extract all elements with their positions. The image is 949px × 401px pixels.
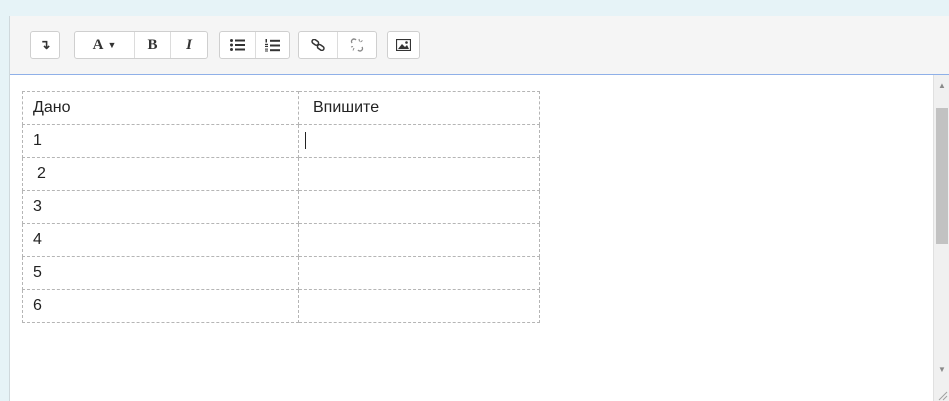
link-button[interactable] [299,32,337,58]
table-row: 2 [22,157,540,191]
toolbar-group-collapse: ↴ [30,31,60,59]
editor-toolbar: ↴ A ▼ B I [10,16,949,75]
numbered-list-icon [265,38,280,51]
bullet-list-icon [230,39,245,51]
table-row: 4 [22,223,540,257]
bold-icon: B [147,36,158,53]
italic-button[interactable]: I [170,32,207,58]
font-style-icon: A [92,36,104,53]
editor-content-area[interactable]: Дано Впишите 1 2 3 4 5 6 [10,75,933,401]
table-cell[interactable]: 3 [22,190,299,224]
unlink-button[interactable] [337,32,376,58]
bold-button[interactable]: B [134,32,170,58]
collapse-toolbar-button[interactable]: ↴ [31,32,59,58]
scrollbar-thumb[interactable] [936,108,948,244]
table-cell[interactable] [298,256,540,290]
unordered-list-button[interactable] [220,32,255,58]
toolbar-group-text: A ▼ B I [74,31,208,59]
toolbar-group-lists [219,31,290,59]
table-cell[interactable] [298,289,540,323]
link-icon [311,39,325,51]
rich-text-editor: ↴ A ▼ B I Дано Впишите 1 2 3 4 5 6 ▲ ▼ [9,16,949,401]
table-cell[interactable] [298,223,540,257]
table-cell[interactable]: Дано [22,91,299,125]
table-cell[interactable]: 4 [22,223,299,257]
table-row: 6 [22,289,540,323]
table-cell[interactable]: 1 [22,124,299,158]
scroll-up-arrow-icon[interactable]: ▲ [934,78,949,92]
scroll-down-arrow-icon[interactable]: ▼ [934,362,949,376]
arrow-down-icon: ↴ [39,37,51,52]
content-table: Дано Впишите 1 2 3 4 5 6 [22,91,540,323]
resize-grip-icon[interactable] [936,389,948,401]
insert-image-button[interactable] [388,32,419,58]
ordered-list-button[interactable] [255,32,289,58]
table-row: 1 [22,124,540,158]
table-cell[interactable]: 6 [22,289,299,323]
table-cell[interactable] [298,190,540,224]
table-header-row: Дано Впишите [22,91,540,125]
italic-icon: I [186,36,192,53]
toolbar-group-media [387,31,420,59]
table-cell[interactable]: Впишите [298,91,540,125]
text-cursor [305,132,306,150]
table-row: 3 [22,190,540,224]
text-style-button[interactable]: A ▼ [75,32,134,58]
table-cell-active[interactable] [298,124,540,158]
unlink-icon [350,38,364,52]
table-cell[interactable]: 5 [22,256,299,290]
table-cell[interactable]: 2 [22,157,299,191]
image-icon [396,39,411,51]
vertical-scrollbar[interactable]: ▲ ▼ [933,75,949,401]
chevron-down-icon: ▼ [107,40,117,50]
table-cell[interactable] [298,157,540,191]
toolbar-group-links [298,31,377,59]
table-row: 5 [22,256,540,290]
